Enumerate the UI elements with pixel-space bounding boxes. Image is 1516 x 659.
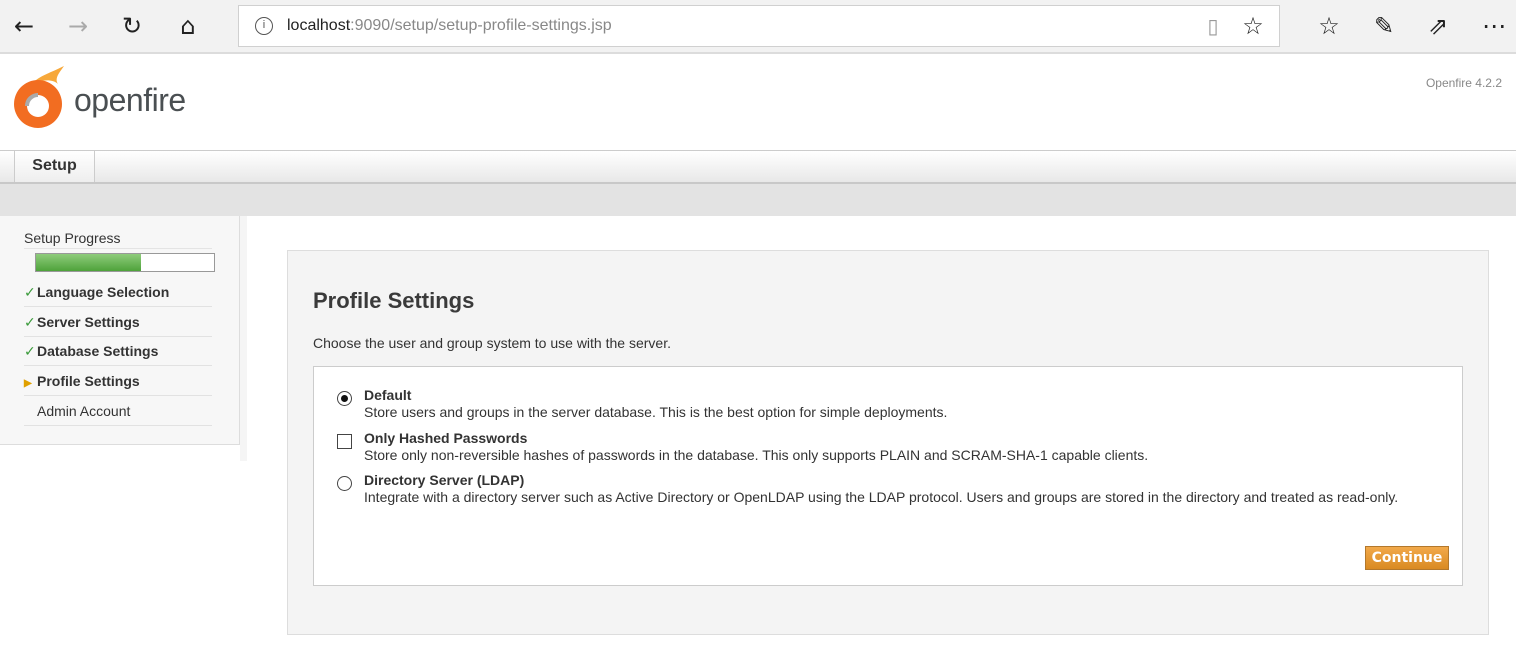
option-label[interactable]: Directory Server (LDAP) xyxy=(364,472,1454,489)
intro-text: Choose the user and group system to use … xyxy=(313,335,671,351)
hashed-passwords-checkbox[interactable] xyxy=(337,434,352,449)
option-desc: Store only non-reversible hashes of pass… xyxy=(364,447,1149,463)
sidebar-item-label: Admin Account xyxy=(37,403,131,419)
favorites-list-icon[interactable]: ☆ xyxy=(1313,10,1345,42)
home-icon[interactable]: ⌂ xyxy=(172,10,204,42)
option-label[interactable]: Only Hashed Passwords xyxy=(364,430,1454,447)
sidebar-item-label: Database Settings xyxy=(37,343,159,359)
sidebar-item-database-settings[interactable]: ✓Database Settings xyxy=(24,336,212,366)
sub-nav-band xyxy=(0,184,1516,216)
sidebar-shadow xyxy=(240,216,247,461)
openfire-logo-icon xyxy=(14,66,64,128)
app-header xyxy=(0,54,1516,150)
forward-icon[interactable]: → xyxy=(62,10,94,42)
info-icon[interactable]: i xyxy=(255,17,273,35)
sidebar-item-admin-account: Admin Account xyxy=(24,396,212,426)
logo-text: openfire xyxy=(74,82,186,118)
share-icon[interactable]: ⇗ xyxy=(1422,10,1454,42)
option-label[interactable]: Default xyxy=(364,387,1454,404)
option-ldap: Directory Server (LDAP) Integrate with a … xyxy=(364,472,1454,506)
reading-view-icon[interactable]: ▯ xyxy=(1197,10,1229,42)
option-desc: Store users and groups in the server dat… xyxy=(364,404,948,420)
url-host: localhost xyxy=(287,17,351,34)
check-icon: ✓ xyxy=(24,285,36,301)
browser-toolbar: ← → ↻ ⌂ i localhost:9090/setup/setup-pro… xyxy=(0,0,1516,54)
more-icon[interactable]: ⋯ xyxy=(1478,10,1510,42)
default-radio[interactable] xyxy=(337,391,352,406)
tab-bar xyxy=(0,150,1516,184)
sidebar-item-label: Profile Settings xyxy=(37,373,140,389)
sidebar-item-label: Server Settings xyxy=(37,314,140,330)
sidebar-item-language-selection[interactable]: ✓Language Selection xyxy=(24,277,212,307)
progress-fill xyxy=(36,254,142,271)
check-icon: ✓ xyxy=(24,315,36,331)
page-title: Profile Settings xyxy=(313,288,475,313)
ldap-radio[interactable] xyxy=(337,476,352,491)
check-icon: ✓ xyxy=(24,344,36,360)
option-default: Default Store users and groups in the ser… xyxy=(364,387,1454,421)
setup-progress-bar xyxy=(35,253,215,272)
tab-setup[interactable]: Setup xyxy=(14,151,95,182)
option-desc: Integrate with a directory server such a… xyxy=(364,489,1399,505)
options-box: Default Store users and groups in the ser… xyxy=(313,366,1463,586)
url-text: localhost:9090/setup/setup-profile-setti… xyxy=(287,17,612,35)
setup-progress-title: Setup Progress xyxy=(24,230,212,249)
refresh-icon[interactable]: ↻ xyxy=(116,10,148,42)
continue-button[interactable]: Continue xyxy=(1365,546,1449,570)
url-path: :9090/setup/setup-profile-settings.jsp xyxy=(350,17,612,34)
sidebar-item-profile-settings: ▶ Profile Settings xyxy=(24,366,212,396)
pen-icon[interactable]: ✎ xyxy=(1368,10,1400,42)
version-label: Openfire 4.2.2 xyxy=(1425,76,1502,90)
sidebar-item-server-settings[interactable]: ✓Server Settings xyxy=(24,307,212,337)
option-hashed-passwords: Only Hashed Passwords Store only non-reve… xyxy=(364,430,1454,464)
address-bar[interactable]: i localhost:9090/setup/setup-profile-set… xyxy=(238,5,1280,47)
favorite-star-icon[interactable]: ☆ xyxy=(1237,10,1269,42)
sidebar-item-label: Language Selection xyxy=(37,284,170,300)
setup-sidebar: Setup Progress ✓Language Selection ✓Serv… xyxy=(0,216,240,445)
back-icon[interactable]: ← xyxy=(8,10,40,42)
current-arrow-icon: ▶ xyxy=(24,378,32,389)
